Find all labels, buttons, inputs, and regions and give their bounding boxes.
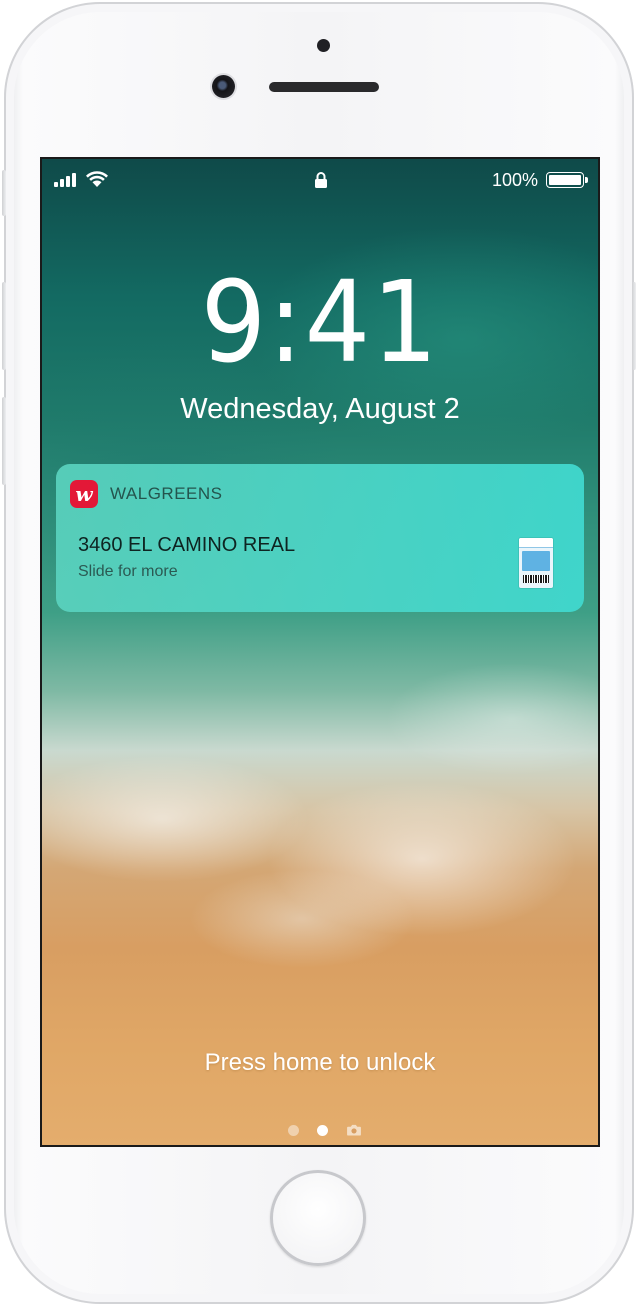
lock-screen[interactable]: 100% 9:41 Wednesday, August 2 w WALGREEN… [40,157,600,1147]
battery-level-fill [549,175,581,185]
unlock-hint: Press home to unlock [204,1049,436,1076]
notification-title: 3460 EL CAMINO REAL [78,534,296,556]
camera-icon[interactable] [346,1124,362,1136]
lock-icon [315,172,327,188]
page-indicator[interactable] [288,1122,362,1138]
battery-cap [585,177,588,183]
pass-header [519,538,553,548]
walgreens-app-icon: w [70,480,98,508]
pass-card-image [522,551,550,571]
lock-screen-time: 9:41 [200,258,440,388]
barcode-icon [523,575,549,583]
notification-subtitle: Slide for more [78,563,178,580]
front-camera [212,75,235,98]
page-dot[interactable] [288,1124,299,1136]
earpiece-speaker [269,82,379,92]
lock-screen-date: Wednesday, August 2 [180,393,460,425]
wifi-icon [86,171,108,187]
battery-icon [546,172,584,188]
notification-card[interactable]: w WALGREENS 3460 EL CAMINO REAL Slide fo… [56,464,584,612]
page-dot-active[interactable] [317,1124,328,1136]
volume-up-button[interactable] [2,282,6,370]
notification-app-name: WALGREENS [110,484,223,503]
home-button[interactable] [270,1170,366,1266]
volume-down-button[interactable] [2,397,6,485]
status-bar: 100% [42,159,598,199]
battery-percent: 100% [491,170,538,190]
mute-switch[interactable] [2,170,6,216]
proximity-sensor [317,39,330,52]
signal-icon [54,173,76,187]
wallet-pass-thumbnail [519,538,553,588]
power-button[interactable] [632,282,636,370]
